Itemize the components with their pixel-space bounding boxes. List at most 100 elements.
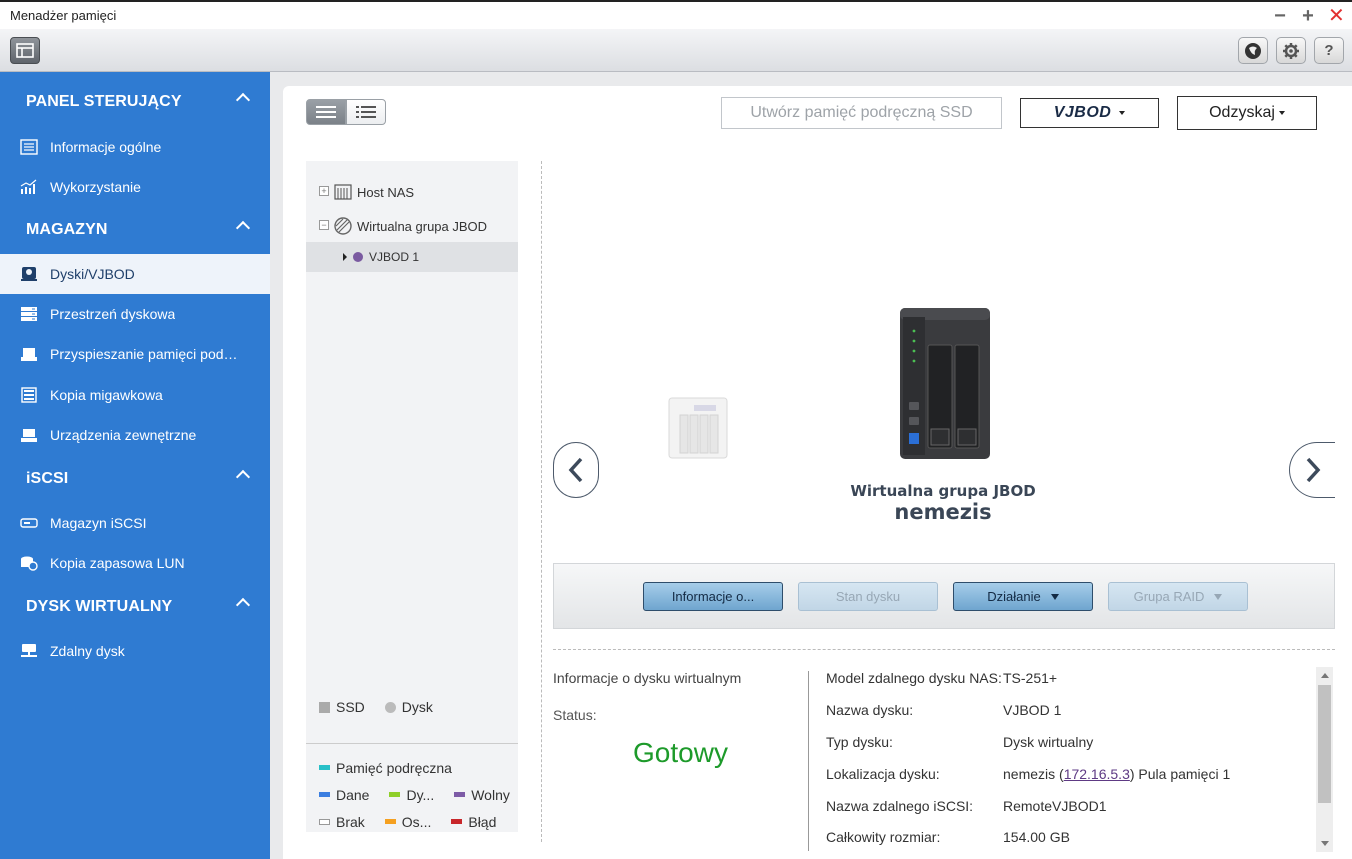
sidebar-item-przyspieszanie[interactable]: Przyspieszanie pamięci podręcznej bbox=[0, 334, 270, 374]
tree-item-virtual-jbod-group[interactable]: − Wirtualna grupa JBOD bbox=[306, 211, 518, 241]
caret-down-icon bbox=[1214, 593, 1223, 600]
detail-value: VJBOD 1 bbox=[1003, 702, 1062, 718]
chevron-left-icon bbox=[568, 457, 583, 483]
sidebar-item-kopia-zapasowa-lun[interactable]: Kopia zapasowa LUN bbox=[0, 543, 270, 583]
action-label: Działanie bbox=[987, 589, 1041, 604]
divider bbox=[553, 649, 1335, 650]
window-controls: − + ✕ bbox=[1272, 6, 1345, 26]
sidebar-item-label: Dyski/VJBOD bbox=[50, 266, 135, 282]
detail-row-disk-name: Nazwa dysku: VJBOD 1 bbox=[826, 702, 1306, 722]
sidebar-item-label: Kopia migawkowa bbox=[50, 387, 163, 403]
collapse-icon[interactable]: − bbox=[319, 220, 329, 230]
settings-icon bbox=[1283, 42, 1299, 59]
tree-item-host-nas[interactable]: + Host NAS bbox=[306, 177, 518, 207]
caret-down-icon bbox=[1119, 111, 1126, 115]
minimize-button[interactable]: − bbox=[1272, 6, 1288, 26]
chart-icon bbox=[20, 179, 37, 194]
sidebar-item-label: Wykorzystanie bbox=[50, 179, 141, 195]
help-icon: ? bbox=[1324, 42, 1334, 59]
detail-value: TS-251+ bbox=[1003, 670, 1058, 686]
device-name: nemezis bbox=[894, 500, 992, 524]
os-swatch bbox=[384, 819, 396, 824]
maximize-button[interactable]: + bbox=[1300, 6, 1316, 26]
layout-toggle-button[interactable] bbox=[10, 37, 40, 64]
detail-row-model: Model zdalnego dysku NAS: TS-251+ bbox=[826, 670, 1306, 690]
status-label: Status: bbox=[553, 707, 597, 723]
none-swatch bbox=[319, 818, 330, 825]
section-title: MAGAZYN bbox=[26, 221, 108, 238]
section-panel-sterujacy[interactable]: PANEL STERUJĄCY bbox=[0, 82, 270, 122]
expand-icon[interactable]: + bbox=[319, 186, 329, 196]
ssd-swatch bbox=[319, 701, 330, 713]
section-magazyn[interactable]: MAGAZYN bbox=[0, 210, 270, 250]
close-button[interactable]: ✕ bbox=[1328, 6, 1345, 26]
vjbod-dropdown-button[interactable]: VJBOD bbox=[1020, 98, 1159, 128]
tree-item-label: Host NAS bbox=[357, 184, 415, 200]
view-list-compact-button[interactable] bbox=[306, 99, 346, 125]
legend-dy: Dy... bbox=[406, 786, 435, 803]
location-suffix: ) Pula pamięci 1 bbox=[1129, 766, 1231, 782]
dy-swatch bbox=[389, 792, 401, 797]
detail-value: nemezis (172.16.5.3) Pula pamięci 1 bbox=[1003, 766, 1230, 786]
create-ssd-cache-button[interactable]: Utwórz pamięć podręczną SSD bbox=[721, 97, 1002, 129]
legend-disk: Dysk bbox=[401, 699, 433, 715]
detail-key: Model zdalnego dysku NAS: bbox=[826, 670, 1002, 686]
sidebar-item-wykorzystanie[interactable]: Wykorzystanie bbox=[0, 167, 270, 207]
chevron-up-icon[interactable] bbox=[235, 92, 251, 108]
device-group-label: Wirtualna grupa JBOD bbox=[850, 482, 1036, 500]
info-button[interactable]: Informacje o... bbox=[643, 582, 783, 611]
scroll-up-icon[interactable] bbox=[1321, 673, 1329, 678]
settings-button[interactable] bbox=[1276, 37, 1306, 64]
section-title: PANEL STERUJĄCY bbox=[26, 93, 182, 110]
small-nas-device-image[interactable] bbox=[668, 397, 728, 459]
sidebar-item-urzadzenia-zewnetrzne[interactable]: Urządzenia zewnętrzne bbox=[0, 415, 270, 455]
detail-key: Całkowity rozmiar: bbox=[826, 829, 941, 845]
action-dropdown-button[interactable]: Działanie bbox=[953, 582, 1093, 611]
raid-group-dropdown-button[interactable]: Grupa RAID bbox=[1108, 582, 1248, 611]
section-title: iSCSI bbox=[26, 470, 69, 487]
sidebar-item-label: Informacje ogólne bbox=[50, 139, 162, 155]
section-iscsi[interactable]: iSCSI bbox=[0, 459, 270, 499]
scroll-down-icon[interactable] bbox=[1321, 841, 1329, 846]
expand-arrow-icon[interactable] bbox=[343, 253, 347, 261]
divider bbox=[808, 671, 809, 851]
qfinder-button[interactable] bbox=[1238, 37, 1268, 64]
detail-row-remote-iscsi: Nazwa zdalnego iSCSI: RemoteVJBOD1 bbox=[826, 798, 1306, 818]
scrollbar-thumb[interactable] bbox=[1318, 685, 1331, 803]
legend-free: Wolny bbox=[471, 786, 510, 803]
next-device-button[interactable] bbox=[1289, 442, 1335, 498]
sidebar-item-przestrzen-dyskowa[interactable]: Przestrzeń dyskowa bbox=[0, 294, 270, 334]
disk-state-button[interactable]: Stan dysku bbox=[798, 582, 938, 611]
sidebar-item-label: Przestrzeń dyskowa bbox=[50, 306, 176, 322]
tree-item-label: Wirtualna grupa JBOD bbox=[357, 218, 488, 234]
tree-item-vjbod1[interactable]: VJBOD 1 bbox=[306, 242, 518, 272]
chevron-up-icon[interactable] bbox=[235, 597, 251, 613]
prev-device-button[interactable] bbox=[553, 442, 599, 498]
detail-key: Nazwa dysku: bbox=[826, 702, 914, 718]
qfinder-icon bbox=[1245, 42, 1261, 59]
detail-row-disk-type: Typ dysku: Dysk wirtualny bbox=[826, 734, 1306, 754]
data-swatch bbox=[319, 792, 330, 797]
layout-icon bbox=[16, 43, 34, 58]
recover-dropdown-button[interactable]: Odzyskaj bbox=[1177, 96, 1317, 130]
sidebar-item-kopia-migawkowa[interactable]: Kopia migawkowa bbox=[0, 375, 270, 415]
sidebar-item-dyski-vjbod[interactable]: Dyski/VJBOD bbox=[0, 254, 270, 294]
sidebar-item-informacje-ogolne[interactable]: Informacje ogólne bbox=[0, 127, 270, 167]
nas-device-image[interactable] bbox=[899, 307, 991, 460]
sidebar-item-magazyn-iscsi[interactable]: Magazyn iSCSI bbox=[0, 503, 270, 543]
legend-disk-types: SSD Dysk bbox=[306, 692, 518, 722]
view-list-detail-button[interactable] bbox=[346, 99, 386, 125]
section-dysk-wirtualny[interactable]: DYSK WIRTUALNY bbox=[0, 587, 270, 627]
chevron-up-icon[interactable] bbox=[235, 220, 251, 236]
chevron-up-icon[interactable] bbox=[235, 469, 251, 485]
sidebar-item-zdalny-dysk[interactable]: Zdalny dysk bbox=[0, 631, 270, 671]
help-button[interactable]: ? bbox=[1314, 37, 1344, 64]
cache-icon bbox=[21, 348, 37, 361]
legend-os: Os... bbox=[401, 813, 432, 830]
snapshot-icon bbox=[21, 387, 37, 403]
external-icon bbox=[21, 429, 37, 442]
ip-link[interactable]: 172.16.5.3 bbox=[1064, 766, 1130, 782]
section-title: DYSK WIRTUALNY bbox=[26, 598, 173, 615]
jbod-group-icon bbox=[334, 217, 352, 235]
details-scrollbar[interactable] bbox=[1316, 667, 1333, 852]
